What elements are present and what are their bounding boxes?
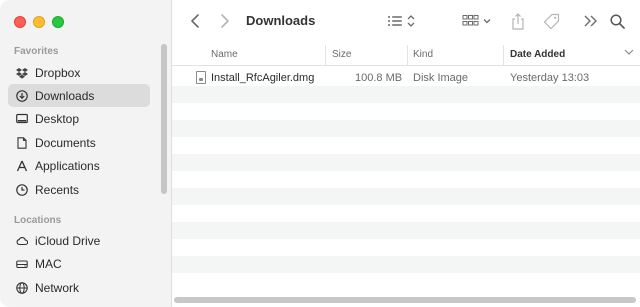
toolbar: Downloads — [172, 0, 640, 44]
sort-direction-icon[interactable] — [624, 48, 634, 59]
icloud-icon — [16, 235, 28, 247]
column-divider[interactable] — [325, 45, 326, 65]
empty-row — [172, 188, 640, 205]
sidebar-item-downloads[interactable]: Downloads — [8, 84, 150, 107]
empty-row — [172, 205, 640, 222]
sidebar-item-documents[interactable]: Documents — [8, 131, 150, 154]
empty-row — [172, 103, 640, 120]
grid-group-icon — [462, 15, 491, 26]
applications-icon — [16, 160, 28, 172]
group-button[interactable] — [462, 13, 494, 29]
desktop-icon — [16, 113, 28, 125]
empty-row — [172, 120, 640, 137]
sidebar-item-network[interactable]: Network — [8, 276, 150, 299]
sidebar-item-desktop[interactable]: Desktop — [8, 107, 150, 130]
table-row[interactable]: Install_RfcAgiler.dmg 100.8 MB Disk Imag… — [172, 67, 640, 84]
file-kind: Disk Image — [413, 72, 469, 84]
sidebar-item-label: Applications — [35, 158, 100, 173]
empty-row — [172, 137, 640, 154]
sidebar-item-mac[interactable]: MAC — [8, 252, 150, 275]
sidebar-item-label: MAC — [35, 256, 62, 271]
sidebar-item-label: Documents — [35, 135, 96, 150]
sidebar-item-dropbox[interactable]: Dropbox — [8, 61, 150, 84]
window-title: Downloads — [246, 13, 316, 28]
chevron-down-icon — [624, 49, 634, 55]
disk-icon — [16, 258, 28, 270]
chevron-right-icon — [221, 14, 229, 28]
column-divider[interactable] — [503, 45, 504, 65]
column-header-name[interactable]: Name — [211, 49, 238, 60]
search-icon — [609, 13, 625, 29]
back-button[interactable] — [188, 13, 202, 29]
empty-row — [172, 239, 640, 256]
empty-row — [172, 256, 640, 273]
sidebar-item-recents[interactable]: Recents — [8, 178, 150, 201]
window-controls — [14, 16, 64, 28]
view-options-button[interactable] — [387, 13, 419, 29]
search-button[interactable] — [609, 13, 625, 29]
list-view-icon — [388, 15, 415, 27]
sidebar-scrollbar[interactable] — [161, 44, 167, 194]
sidebar-section-favorites: Favorites — [14, 46, 59, 57]
empty-row — [172, 222, 640, 239]
column-header-bar: Name Size Kind Date Added — [172, 44, 640, 66]
close-button[interactable] — [14, 16, 26, 28]
empty-row — [172, 273, 640, 290]
network-icon — [16, 281, 28, 294]
dropbox-icon — [16, 67, 28, 79]
documents-icon — [16, 136, 28, 149]
more-toolbar-button[interactable] — [583, 14, 597, 28]
empty-row — [172, 171, 640, 188]
double-chevron-right-icon — [584, 15, 597, 27]
minimize-button[interactable] — [33, 16, 45, 28]
sidebar-item-label: Recents — [35, 182, 80, 197]
chevron-left-icon — [191, 14, 199, 28]
file-date-added: Yesterday 13:03 — [510, 72, 590, 84]
tag-button[interactable] — [542, 12, 560, 30]
sidebar-item-label: Dropbox — [35, 65, 81, 80]
sidebar-item-label: Downloads — [35, 88, 95, 103]
column-divider[interactable] — [407, 45, 408, 65]
sidebar-item-icloud-drive[interactable]: iCloud Drive — [8, 229, 150, 252]
sidebar-section-locations: Locations — [14, 215, 62, 226]
downloads-icon — [16, 89, 28, 102]
recents-icon — [16, 183, 28, 196]
file-list: Install_RfcAgiler.dmg 100.8 MB Disk Imag… — [172, 67, 640, 295]
file-size: 100.8 MB — [355, 72, 403, 84]
empty-row — [172, 86, 640, 103]
sidebar-item-label: Desktop — [35, 111, 80, 126]
share-icon — [512, 12, 524, 30]
sidebar-item-label: Network — [35, 280, 80, 295]
column-header-size[interactable]: Size — [332, 49, 351, 60]
empty-row — [172, 154, 640, 171]
tag-icon — [543, 13, 559, 29]
sidebar: Favorites Dropbox Downloads Desktop Docu… — [0, 0, 172, 307]
column-header-date-added[interactable]: Date Added — [510, 49, 565, 60]
sidebar-item-applications[interactable]: Applications — [8, 154, 150, 177]
horizontal-scrollbar[interactable] — [174, 297, 636, 303]
finder-window: Favorites Dropbox Downloads Desktop Docu… — [0, 0, 640, 307]
forward-button[interactable] — [218, 13, 232, 29]
file-name: Install_RfcAgiler.dmg — [211, 72, 315, 84]
sidebar-item-label: iCloud Drive — [35, 233, 101, 248]
disk-image-file-icon — [196, 71, 206, 84]
column-header-kind[interactable]: Kind — [413, 49, 433, 60]
zoom-button[interactable] — [52, 16, 64, 28]
share-button[interactable] — [510, 12, 526, 30]
